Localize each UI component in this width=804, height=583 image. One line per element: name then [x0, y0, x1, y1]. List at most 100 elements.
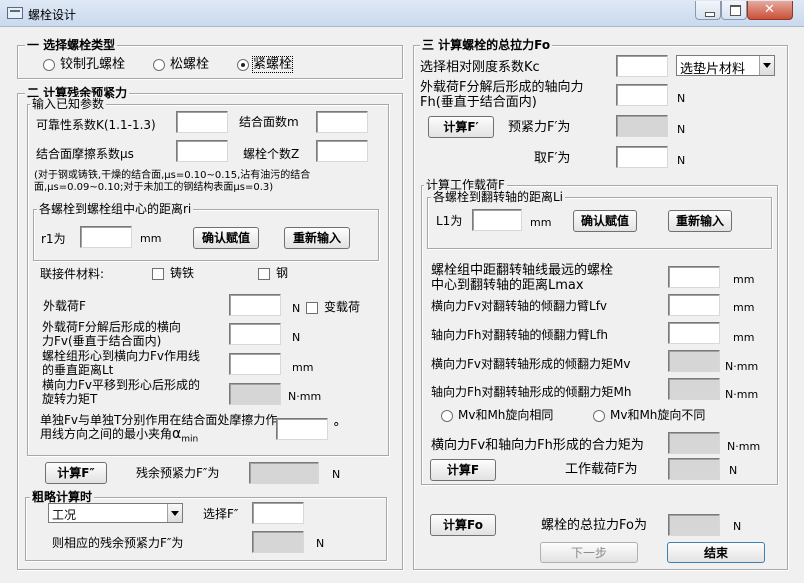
- r1-input[interactable]: [80, 226, 132, 248]
- take-preload-label: 取F′为: [534, 151, 571, 166]
- r1-unit: mm: [140, 232, 162, 245]
- lt-input[interactable]: [229, 353, 281, 375]
- condition-select[interactable]: 工况: [48, 503, 183, 523]
- mh-unit: N·mm: [725, 388, 759, 401]
- fh-unit: N: [677, 92, 686, 105]
- calc-residual-preload-button[interactable]: 计算F″: [45, 462, 107, 484]
- calc-preload-button[interactable]: 计算F′: [428, 116, 494, 138]
- mu-input[interactable]: [176, 140, 228, 162]
- variable-load-label: 变载荷: [324, 300, 361, 314]
- f-unit: N: [292, 302, 301, 315]
- fv-unit: N: [292, 331, 301, 344]
- mv-unit: N·mm: [725, 360, 759, 373]
- fv-input[interactable]: [229, 323, 281, 345]
- bolt-type-title: 一 选择螺栓类型: [25, 38, 118, 52]
- f-label: 外载荷F: [43, 299, 86, 313]
- ri-confirm-button[interactable]: 确认赋值: [193, 227, 259, 249]
- resultant-moment-label: 横向力Fv和轴向力Fh形成的合力矩为: [431, 438, 644, 453]
- close-button[interactable]: [747, 1, 793, 20]
- k-label: 可靠性系数K(1.1-1.3): [36, 118, 156, 132]
- lfh-input[interactable]: [668, 322, 720, 344]
- mv-label: 横向力Fv对翻转轴形成的倾翻力矩Mv: [431, 357, 631, 371]
- residual-preload-unit: N: [332, 468, 341, 481]
- lt-unit: mm: [292, 361, 314, 374]
- amin-unit: °: [333, 421, 340, 436]
- li-confirm-button[interactable]: 确认赋值: [573, 210, 637, 232]
- lmax-input[interactable]: [668, 266, 720, 288]
- ri-title: 各螺栓到螺栓组中心的距离ri: [37, 202, 194, 216]
- calc-total-tension-button[interactable]: 计算Fo: [430, 514, 496, 536]
- preload-output: [616, 115, 668, 137]
- chevron-down-icon: [759, 56, 774, 75]
- amin-input[interactable]: [276, 418, 328, 440]
- cast-iron-checkbox[interactable]: [152, 268, 164, 280]
- choose-f-input[interactable]: [252, 502, 304, 524]
- rough-result-output: [252, 531, 304, 553]
- t-unit: N·mm: [288, 390, 322, 403]
- cast-iron-label: 铸铁: [170, 266, 195, 280]
- radio-hinged-hole-bolt-label: 铰制孔螺栓: [60, 57, 126, 72]
- fh-input[interactable]: [616, 84, 668, 106]
- l1-input[interactable]: [472, 209, 522, 231]
- t-output: [229, 383, 281, 405]
- fh-label: 外载荷F分解后形成的轴向力Fh(垂直于结合面内): [420, 80, 584, 110]
- window-title: 螺栓设计: [28, 8, 77, 22]
- material-label: 联接件材料:: [40, 267, 105, 281]
- steel-checkbox[interactable]: [258, 268, 270, 280]
- radio-tight-bolt-label: 紧螺栓: [251, 56, 294, 73]
- lfh-unit: mm: [733, 331, 755, 344]
- known-params-title: 输入已知参数: [30, 97, 107, 111]
- work-load-label: 工作载荷F为: [565, 462, 638, 477]
- lfv-input[interactable]: [668, 294, 720, 316]
- z-input[interactable]: [316, 140, 368, 162]
- app-window-icon: [7, 7, 23, 19]
- total-tension-unit: N: [733, 520, 742, 533]
- amin-label: 单独Fv与单独T分别作用在结合面处摩擦力作用线方向之间的最小夹角αmin: [40, 413, 278, 445]
- work-load-output: [668, 458, 720, 480]
- radio-hinged-hole-bolt[interactable]: [43, 59, 55, 71]
- preload-label: 预紧力F′为: [508, 120, 571, 135]
- next-step-button[interactable]: 下一步: [540, 542, 638, 563]
- radio-loose-bolt[interactable]: [153, 59, 165, 71]
- l1-label: L1为: [436, 214, 463, 228]
- radio-loose-bolt-label: 松螺栓: [170, 57, 210, 72]
- finish-button[interactable]: 结束: [667, 542, 765, 563]
- take-preload-input[interactable]: [616, 146, 668, 168]
- mh-output: [668, 378, 720, 400]
- radio-same-direction[interactable]: [441, 410, 453, 422]
- radio-same-direction-label: Mv和Mh旋向相同: [458, 408, 554, 422]
- chevron-down-icon: [167, 504, 182, 522]
- total-tension-title: 三 计算螺栓的总拉力Fo: [420, 38, 553, 52]
- variable-load-checkbox[interactable]: [306, 302, 318, 314]
- calc-work-load-button[interactable]: 计算F: [430, 459, 496, 481]
- kc-input[interactable]: [616, 55, 668, 77]
- radio-diff-direction-label: Mv和Mh旋向不同: [610, 408, 706, 422]
- mu-label: 结合面摩擦系数μs: [36, 147, 134, 161]
- total-tension-output: [668, 514, 720, 536]
- radio-tight-bolt[interactable]: [237, 59, 249, 71]
- lmax-unit: mm: [733, 273, 755, 286]
- minimize-button[interactable]: [695, 1, 721, 20]
- r1-label: r1为: [41, 232, 66, 246]
- li-title: 各螺栓到翻转轴的距离Li: [431, 190, 566, 204]
- residual-preload-output: [249, 462, 319, 484]
- resultant-moment-output: [668, 432, 720, 454]
- k-input[interactable]: [176, 111, 228, 133]
- choose-f-label: 选择F″: [203, 507, 239, 521]
- f-input[interactable]: [229, 294, 281, 316]
- li-reinput-button[interactable]: 重新输入: [668, 210, 732, 232]
- maximize-button[interactable]: [721, 1, 747, 20]
- m-input[interactable]: [316, 111, 368, 133]
- z-label: 螺栓个数Z: [243, 147, 300, 161]
- mv-output: [668, 350, 720, 372]
- fv-label: 外载荷F分解后形成的横向力Fv(垂直于结合面内): [42, 320, 181, 348]
- total-tension-label: 螺栓的总拉力Fo为: [541, 518, 647, 533]
- mh-label: 轴向力Fh对翻转轴形成的倾翻力矩Mh: [431, 385, 632, 399]
- condition-select-value: 工况: [52, 508, 77, 522]
- residual-preload-label: 残余预紧力F″为: [136, 466, 220, 480]
- gasket-material-value: 选垫片材料: [680, 62, 746, 77]
- ri-reinput-button[interactable]: 重新输入: [284, 227, 350, 249]
- radio-diff-direction[interactable]: [593, 410, 605, 422]
- bolt-design-window: 螺栓设计 一 选择螺栓类型 铰制孔螺栓 松螺栓 紧螺栓 二 计算残余预紧力 输入…: [0, 0, 804, 583]
- gasket-material-select[interactable]: 选垫片材料: [676, 55, 775, 77]
